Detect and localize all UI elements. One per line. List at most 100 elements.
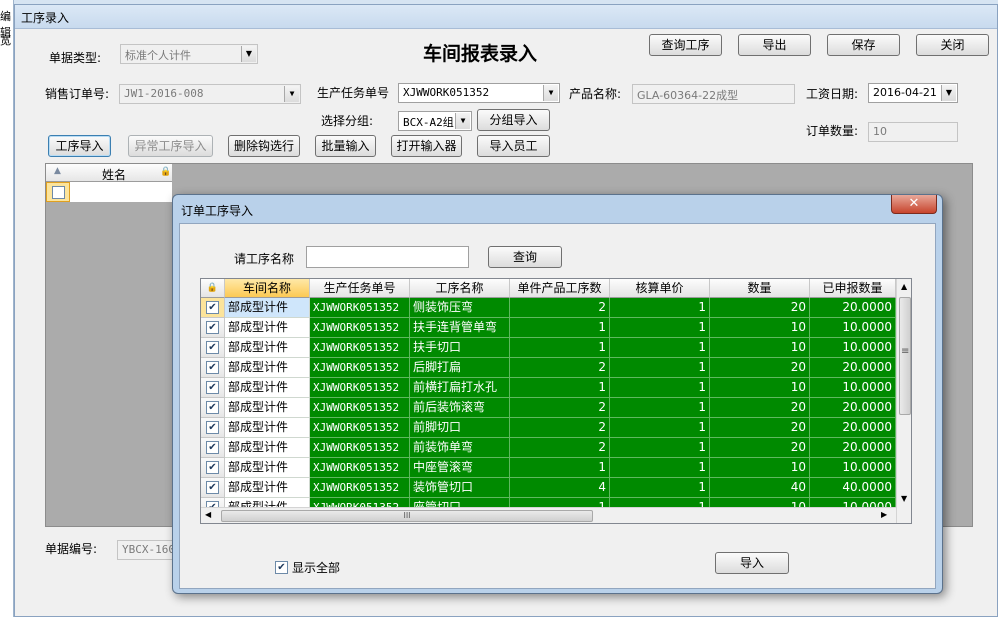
table-row[interactable]: ✔ 部成型计件 XJWWORK051352 中座管滚弯 1 1 10 10.0000 xyxy=(201,458,911,478)
doc-no-field[interactable]: YBCX-160 xyxy=(117,540,177,560)
table-cell-task[interactable]: XJWWORK051352 xyxy=(310,298,410,318)
table-cell-task[interactable]: XJWWORK051352 xyxy=(310,398,410,418)
chevron-down-icon[interactable]: ▼ xyxy=(284,86,299,102)
table-cell-workshop[interactable]: 部成型计件 xyxy=(225,338,310,358)
table-cell-workshop[interactable]: 部成型计件 xyxy=(225,298,310,318)
show-all-checkbox[interactable]: ✔ xyxy=(275,561,288,574)
table-row[interactable]: ✔ 部成型计件 XJWWORK051352 后脚打扁 2 1 20 20.0000 xyxy=(201,358,911,378)
table-cell-workshop[interactable]: 部成型计件 xyxy=(225,458,310,478)
process-name-input[interactable] xyxy=(306,246,469,268)
table-cell-declared[interactable]: 10.0000 xyxy=(810,318,896,338)
row-checkbox[interactable]: ✔ xyxy=(206,321,219,334)
table-cell-qty[interactable]: 20 xyxy=(710,438,810,458)
table-cell-count[interactable]: 1 xyxy=(510,338,610,358)
query-button[interactable]: 查询 xyxy=(488,246,562,268)
column-header[interactable]: 数量 xyxy=(710,279,810,298)
order-qty-field[interactable]: 10 xyxy=(868,122,958,142)
chevron-down-icon[interactable]: ▼ xyxy=(543,85,558,101)
table-row[interactable]: ✔ 部成型计件 XJWWORK051352 扶手连背管单弯 1 1 10 10.0000 xyxy=(201,318,911,338)
table-cell-count[interactable]: 2 xyxy=(510,398,610,418)
row-header-cell[interactable]: ✔ xyxy=(201,418,225,438)
vertical-scrollbar[interactable]: ▲ ≡ ▼ xyxy=(896,279,911,523)
scroll-thumb[interactable]: ≡ xyxy=(899,297,911,415)
table-cell-declared[interactable]: 10.0000 xyxy=(810,378,896,398)
save-button[interactable]: 保存 xyxy=(827,34,900,56)
table-cell-qty[interactable]: 10 xyxy=(710,338,810,358)
hscroll-thumb[interactable]: III xyxy=(221,510,593,522)
query-process-button[interactable]: 查询工序 xyxy=(649,34,722,56)
table-cell-qty[interactable]: 10 xyxy=(710,318,810,338)
delete-checked-button[interactable]: 删除钩选行 xyxy=(228,135,300,157)
table-cell-price[interactable]: 1 xyxy=(610,458,710,478)
table-cell-qty[interactable]: 20 xyxy=(710,418,810,438)
row-checkbox[interactable]: ✔ xyxy=(206,361,219,374)
table-cell-price[interactable]: 1 xyxy=(610,398,710,418)
table-cell-process[interactable]: 扶手切口 xyxy=(410,338,510,358)
table-row[interactable]: ✔ 部成型计件 XJWWORK051352 前横打扁打水孔 1 1 10 10.0000 xyxy=(201,378,911,398)
table-cell-price[interactable]: 1 xyxy=(610,338,710,358)
row-header-cell[interactable]: ✔ xyxy=(201,338,225,358)
table-cell-count[interactable]: 2 xyxy=(510,438,610,458)
staff-grid-row[interactable] xyxy=(46,182,172,202)
table-cell-count[interactable]: 2 xyxy=(510,418,610,438)
window-titlebar[interactable]: 工序录入 xyxy=(15,5,997,29)
sales-order-select[interactable]: JW1-2016-008 ▼ xyxy=(119,84,301,104)
row-checkbox[interactable]: ✔ xyxy=(206,421,219,434)
table-cell-process[interactable]: 后脚打扁 xyxy=(410,358,510,378)
row-checkbox[interactable]: ✔ xyxy=(206,461,219,474)
table-cell-price[interactable]: 1 xyxy=(610,438,710,458)
table-cell-price[interactable]: 1 xyxy=(610,358,710,378)
batch-input-button[interactable]: 批量输入 xyxy=(315,135,376,157)
task-no-select[interactable]: XJWWORK051352 ▼ xyxy=(398,83,560,103)
table-cell-task[interactable]: XJWWORK051352 xyxy=(310,378,410,398)
table-cell-declared[interactable]: 10.0000 xyxy=(810,458,896,478)
row-header-cell[interactable] xyxy=(46,182,70,202)
table-cell-price[interactable]: 1 xyxy=(610,318,710,338)
import-staff-button[interactable]: 导入员工 xyxy=(477,135,550,157)
table-cell-qty[interactable]: 10 xyxy=(710,458,810,478)
table-cell-declared[interactable]: 20.0000 xyxy=(810,418,896,438)
table-cell-process[interactable]: 前横打扁打水孔 xyxy=(410,378,510,398)
column-header[interactable]: 单件产品工序数 xyxy=(510,279,610,298)
wage-date-picker[interactable]: 2016-04-21 ▼ xyxy=(868,83,958,103)
table-cell-price[interactable]: 1 xyxy=(610,478,710,498)
scroll-left-icon[interactable]: ◀ xyxy=(205,510,211,519)
group-import-button[interactable]: 分组导入 xyxy=(477,109,550,131)
table-cell-task[interactable]: XJWWORK051352 xyxy=(310,478,410,498)
table-cell-count[interactable]: 2 xyxy=(510,298,610,318)
table-cell-declared[interactable]: 20.0000 xyxy=(810,358,896,378)
row-header-cell[interactable]: ✔ xyxy=(201,478,225,498)
table-cell-workshop[interactable]: 部成型计件 xyxy=(225,378,310,398)
table-cell-workshop[interactable]: 部成型计件 xyxy=(225,398,310,418)
chevron-down-icon[interactable]: ▼ xyxy=(941,85,956,101)
table-cell-declared[interactable]: 40.0000 xyxy=(810,478,896,498)
table-cell-workshop[interactable]: 部成型计件 xyxy=(225,418,310,438)
table-cell-declared[interactable]: 20.0000 xyxy=(810,298,896,318)
column-header[interactable]: 已申报数量 xyxy=(810,279,896,298)
column-header[interactable]: 车间名称 xyxy=(225,279,310,298)
table-cell-process[interactable]: 侧装饰压弯 xyxy=(410,298,510,318)
table-cell-count[interactable]: 4 xyxy=(510,478,610,498)
table-cell-count[interactable]: 2 xyxy=(510,358,610,378)
product-field[interactable]: GLA-60364-22成型 xyxy=(632,84,795,104)
table-cell-qty[interactable]: 10 xyxy=(710,378,810,398)
table-row[interactable]: ✔ 部成型计件 XJWWORK051352 前后装饰滚弯 2 1 20 20.0000 xyxy=(201,398,911,418)
table-cell-process[interactable]: 中座管滚弯 xyxy=(410,458,510,478)
row-header-cell[interactable]: ✔ xyxy=(201,358,225,378)
table-cell-task[interactable]: XJWWORK051352 xyxy=(310,438,410,458)
column-header[interactable]: 生产任务单号 xyxy=(310,279,410,298)
import-button[interactable]: 导入 xyxy=(715,552,789,574)
table-cell-count[interactable]: 1 xyxy=(510,318,610,338)
row-header-cell[interactable]: ✔ xyxy=(201,318,225,338)
table-cell-task[interactable]: XJWWORK051352 xyxy=(310,358,410,378)
table-cell-process[interactable]: 扶手连背管单弯 xyxy=(410,318,510,338)
open-input-button[interactable]: 打开输入器 xyxy=(391,135,462,157)
table-row[interactable]: ✔ 部成型计件 XJWWORK051352 扶手切口 1 1 10 10.0000 xyxy=(201,338,911,358)
scroll-down-icon[interactable]: ▼ xyxy=(901,494,907,503)
table-cell-qty[interactable]: 20 xyxy=(710,398,810,418)
table-cell-workshop[interactable]: 部成型计件 xyxy=(225,478,310,498)
table-row[interactable]: ✔ 部成型计件 XJWWORK051352 前脚切口 2 1 20 20.0000 xyxy=(201,418,911,438)
group-select[interactable]: BCX-A2组 ▼ xyxy=(398,111,472,131)
close-icon[interactable]: ✕ xyxy=(891,195,937,214)
row-header-cell[interactable]: ✔ xyxy=(201,378,225,398)
